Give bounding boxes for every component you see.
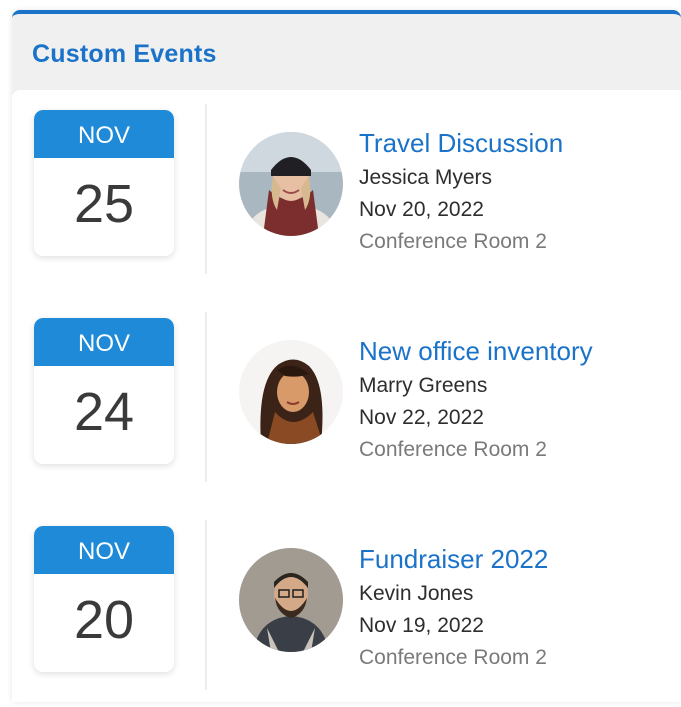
event-item[interactable]: NOV 24 New office inventory Marry Greens… [12,298,681,506]
date-day: 20 [73,590,135,650]
divider [205,104,207,274]
event-info: Fundraiser 2022 Kevin Jones Nov 19, 2022… [359,542,548,674]
event-date: Nov 22, 2022 [359,406,484,429]
avatar [239,340,343,444]
date-month: NOV [34,110,174,158]
event-date: Nov 20, 2022 [359,198,484,221]
custom-events-panel: Custom Events NOV 25 Travel Discussion J… [12,10,681,702]
event-title[interactable]: New office inventory [359,334,593,368]
event-location: Conference Room 2 [359,230,547,253]
event-organizer: Marry Greens [359,374,488,397]
date-card: NOV 24 [34,318,174,464]
date-card: NOV 25 [34,110,174,256]
event-location: Conference Room 2 [359,438,547,461]
event-title[interactable]: Travel Discussion [359,126,563,160]
event-organizer: Kevin Jones [359,582,474,605]
event-info: Travel Discussion Jessica Myers Nov 20, … [359,126,563,258]
event-organizer: Jessica Myers [359,166,493,189]
event-item[interactable]: NOV 20 Fundraiser 2022 Kevin Jones Nov 1… [12,506,681,702]
event-date: Nov 19, 2022 [359,614,484,637]
event-info: New office inventory Marry Greens Nov 22… [359,334,593,466]
event-title[interactable]: Fundraiser 2022 [359,542,548,576]
date-month: NOV [34,526,174,574]
date-card: NOV 20 [34,526,174,672]
event-list: NOV 25 Travel Discussion Jessica Myers N… [12,90,681,702]
divider [205,312,207,482]
date-day: 24 [73,382,135,442]
avatar [239,548,343,652]
event-item[interactable]: NOV 25 Travel Discussion Jessica Myers N… [12,90,681,298]
date-day: 25 [73,174,135,234]
panel-title: Custom Events [32,40,217,68]
event-location: Conference Room 2 [359,646,547,669]
date-month: NOV [34,318,174,366]
avatar [239,132,343,236]
divider [205,520,207,690]
